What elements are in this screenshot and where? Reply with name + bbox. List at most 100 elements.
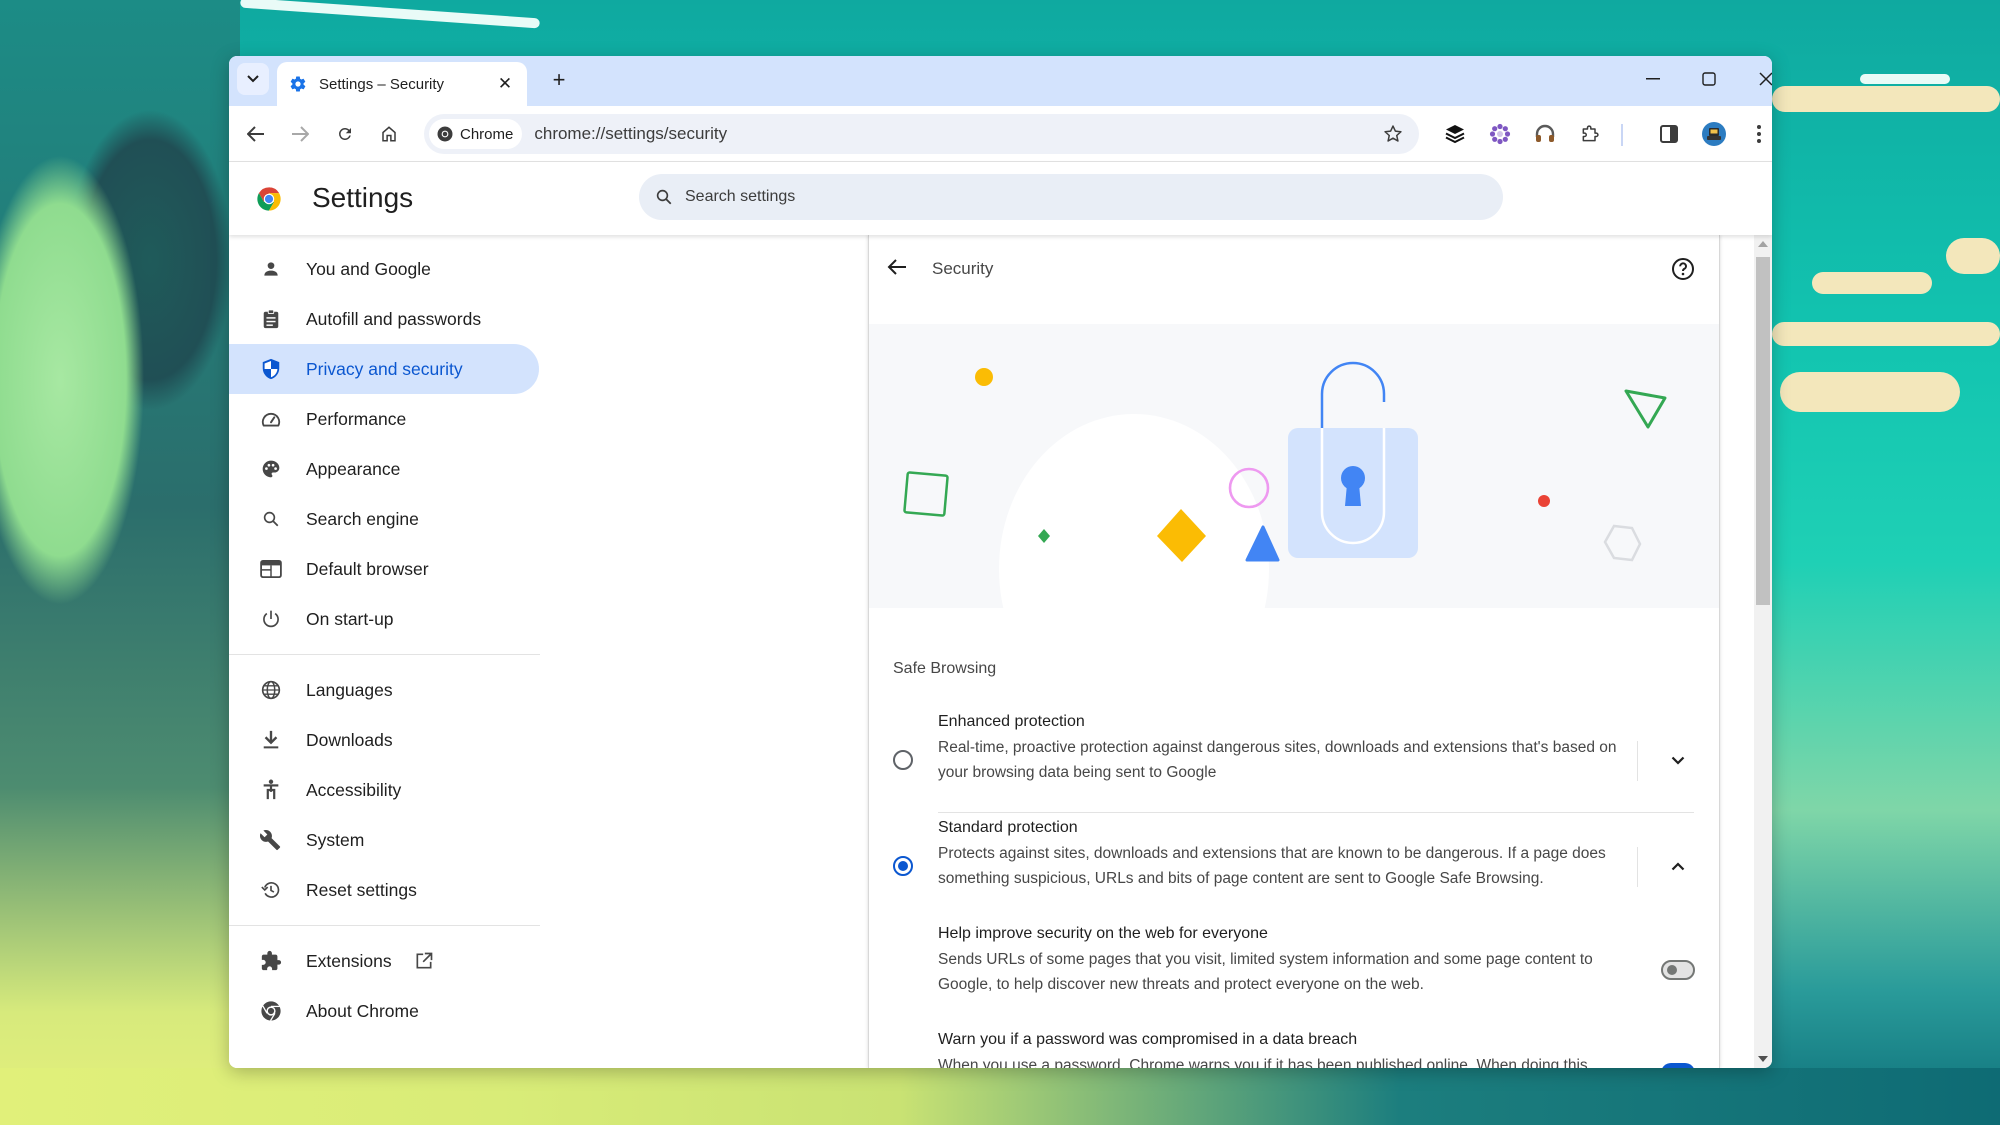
sidebar-item-label: Accessibility (306, 779, 402, 800)
sidebar-item-system[interactable]: System (229, 815, 539, 865)
extensions-menu-button[interactable] (1575, 119, 1605, 149)
sidebar-item-accessibility[interactable]: Accessibility (229, 765, 539, 815)
profile-button[interactable] (1699, 119, 1729, 149)
chrome-menu-button[interactable] (1744, 119, 1772, 149)
side-panel-button[interactable] (1654, 119, 1684, 149)
layers-extension-button[interactable] (1440, 119, 1470, 149)
option-description: Real-time, proactive protection against … (938, 739, 1617, 781)
sidebar-item-downloads[interactable]: Downloads (229, 715, 539, 765)
puzzle-outline-icon (1582, 125, 1599, 142)
option-title: Standard protection (938, 819, 1078, 836)
search-settings-input[interactable]: Search settings (639, 174, 1503, 220)
open-in-new-icon (414, 951, 434, 971)
sidebar-item-on-startup[interactable]: On start-up (229, 594, 539, 644)
browser-window: Settings – Security ✕ + Chrome chrome://… (229, 56, 1772, 1068)
home-button[interactable] (374, 119, 404, 149)
scroll-down-arrow[interactable] (1758, 1056, 1768, 1062)
reload-icon (339, 128, 351, 140)
page-scrollbar[interactable] (1754, 235, 1772, 1068)
illus-green-square (903, 471, 949, 517)
desktop-wallpaper-bottom (0, 1068, 2000, 1125)
chevron-up-icon (1671, 861, 1685, 870)
collapse-standard-button[interactable] (1663, 851, 1693, 881)
back-arrow-icon (887, 259, 906, 275)
password-breach-warning-toggle[interactable] (1661, 1063, 1695, 1068)
page-title: Security (932, 259, 994, 278)
password-breach-warning-setting: Warn you if a password was compromised i… (869, 1031, 1719, 1068)
tab-title: Settings – Security (319, 75, 445, 93)
enhanced-protection-radio[interactable] (893, 750, 913, 770)
reload-button[interactable] (330, 119, 360, 149)
new-tab-button[interactable]: + (545, 66, 573, 94)
sidebar-item-label: Reset settings (306, 879, 417, 900)
layers-icon (1445, 125, 1465, 144)
sidebar-item-label: Search engine (306, 508, 419, 529)
headphones-extension-button[interactable] (1530, 119, 1560, 149)
tab-strip: Settings – Security ✕ + (229, 56, 1772, 106)
bookmark-star-button[interactable] (1375, 116, 1411, 152)
sidebar-item-extensions[interactable]: Extensions (229, 936, 539, 986)
download-icon (259, 728, 283, 752)
home-icon (382, 126, 396, 142)
sidebar-item-reset-settings[interactable]: Reset settings (229, 865, 539, 915)
tab-close-icon[interactable]: ✕ (495, 74, 515, 94)
sidebar-item-privacy-and-security[interactable]: Privacy and security (229, 344, 539, 394)
minimize-button[interactable] (1630, 64, 1676, 94)
settings-header: Settings Search settings (229, 162, 1772, 235)
illus-keyhole-slot (1345, 484, 1361, 506)
address-bar[interactable]: Chrome chrome://settings/security (424, 114, 1419, 154)
tab-settings-security[interactable]: Settings – Security ✕ (277, 62, 527, 106)
close-icon (1759, 72, 1772, 86)
headphones-icon (1535, 124, 1555, 142)
sidebar-divider (229, 925, 540, 926)
sidebar-item-you-and-google[interactable]: You and Google (229, 244, 539, 294)
star-icon (1384, 125, 1402, 142)
settings-sidebar: You and Google Autofill and passwords Pr… (229, 235, 540, 1068)
illus-lock-shackle (1320, 361, 1386, 428)
flower-extension-button[interactable] (1485, 119, 1515, 149)
help-button[interactable] (1671, 257, 1697, 283)
back-button[interactable] (241, 119, 271, 149)
wallpaper-streak (240, 0, 540, 29)
history-icon (259, 878, 283, 902)
wallpaper-cloud (1772, 86, 2000, 112)
palette-icon (259, 457, 283, 481)
sidebar-item-performance[interactable]: Performance (229, 394, 539, 444)
chevron-down-icon (1671, 756, 1685, 765)
close-window-button[interactable] (1743, 64, 1772, 94)
help-improve-security-toggle[interactable] (1661, 960, 1695, 980)
person-icon (259, 257, 283, 281)
sidebar-item-search-engine[interactable]: Search engine (229, 494, 539, 544)
security-page-card: Security Safe Browsing Enhanced protecti… (868, 235, 1720, 1068)
expand-enhanced-button[interactable] (1663, 745, 1693, 775)
back-arrow-icon (247, 126, 264, 142)
standard-protection-radio[interactable] (893, 856, 913, 876)
forward-button[interactable] (285, 119, 315, 149)
forward-arrow-icon (292, 126, 309, 142)
maximize-button[interactable] (1686, 64, 1732, 94)
option-description: Protects against sites, downloads and ex… (938, 845, 1606, 887)
sidebar-item-languages[interactable]: Languages (229, 665, 539, 715)
enhanced-protection-option[interactable]: Enhanced protection Real-time, proactive… (869, 713, 1719, 817)
sidebar-item-default-browser[interactable]: Default browser (229, 544, 539, 594)
wallpaper-streak (1860, 74, 1950, 84)
settings-title: Settings (312, 182, 414, 213)
setting-title: Help improve security on the web for eve… (938, 925, 1268, 942)
sidebar-item-appearance[interactable]: Appearance (229, 444, 539, 494)
option-title: Enhanced protection (938, 713, 1085, 730)
settings-main: Security Safe Browsing Enhanced protecti… (540, 235, 1754, 1068)
sidebar-item-label: Privacy and security (306, 358, 463, 379)
back-button[interactable] (887, 258, 911, 282)
illus-white-blob (999, 414, 1269, 608)
url-text[interactable]: chrome://settings/security (534, 124, 1375, 144)
more-vert-icon (1757, 125, 1761, 143)
search-icon (259, 507, 283, 531)
scroll-thumb[interactable] (1756, 257, 1770, 605)
standard-protection-option[interactable]: Standard protection Protects against sit… (869, 819, 1719, 923)
scroll-up-arrow[interactable] (1758, 241, 1768, 247)
sidebar-item-autofill[interactable]: Autofill and passwords (229, 294, 539, 344)
tab-search-button[interactable] (237, 63, 269, 95)
sidebar-item-about-chrome[interactable]: About Chrome (229, 986, 539, 1036)
site-info-chip[interactable]: Chrome (429, 119, 523, 149)
accessibility-icon (259, 778, 283, 802)
